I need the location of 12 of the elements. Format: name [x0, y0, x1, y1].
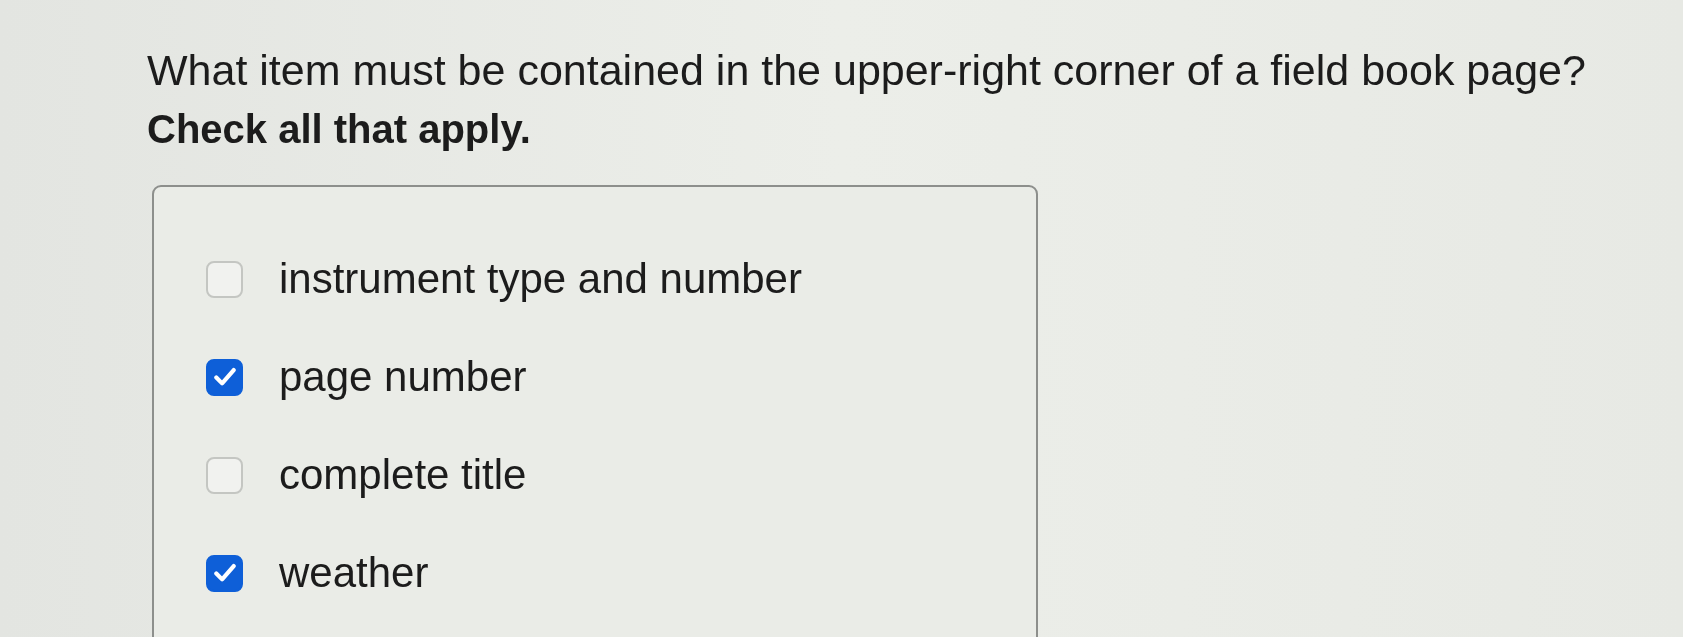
checkbox[interactable]	[206, 260, 243, 298]
checkmark-icon	[213, 563, 236, 583]
checkbox[interactable]	[206, 554, 243, 592]
option-label: complete title	[279, 452, 527, 498]
option-label: instrument type and number	[279, 256, 802, 302]
instruction-text: Check all that apply.	[147, 106, 531, 152]
checkbox[interactable]	[206, 456, 243, 494]
question-text: What item must be contained in the upper-right corner of a field book page?	[147, 45, 1586, 95]
checkmark-icon	[213, 367, 236, 387]
option-label: weather	[279, 550, 429, 596]
option-label: page number	[279, 354, 527, 400]
checkbox[interactable]	[206, 358, 243, 396]
